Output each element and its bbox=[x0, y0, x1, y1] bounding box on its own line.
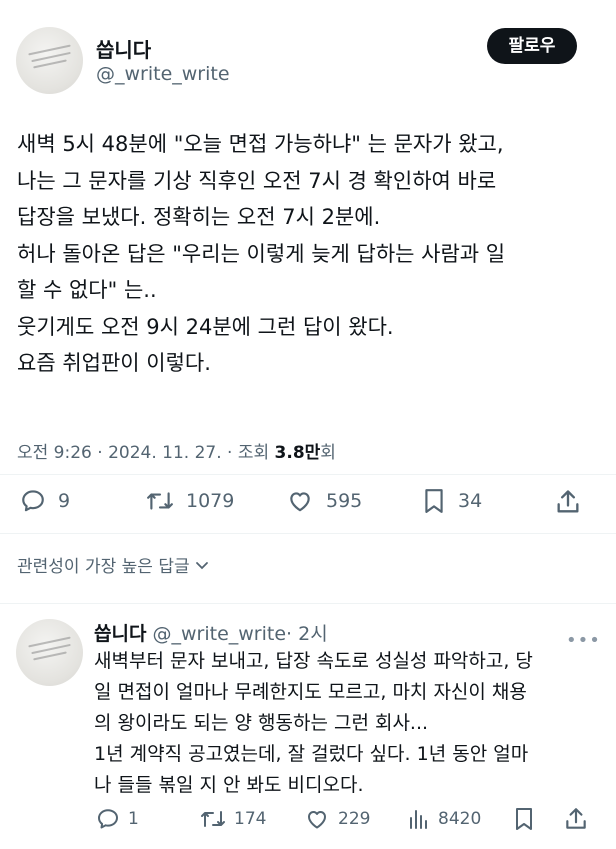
chevron-down-icon bbox=[195, 561, 208, 569]
views-suffix: 회 bbox=[320, 443, 336, 463]
reply-reply-count: 1 bbox=[128, 809, 139, 829]
reply-text-line: 1년 계약직 공고였는데, 잘 걸렀다 싶다. 1년 동안 얼마 bbox=[94, 743, 529, 765]
reply-text-line: 의 왕이라도 되는 양 행동하는 그런 회사... bbox=[94, 712, 429, 734]
reply-button[interactable]: 9 bbox=[20, 488, 70, 514]
divider bbox=[0, 474, 616, 475]
like-count: 595 bbox=[326, 490, 363, 512]
reply-views-button[interactable]: 8420 bbox=[408, 807, 481, 831]
avatar[interactable] bbox=[16, 27, 83, 94]
post-text-line: 나는 그 문자를 기상 직후인 오전 7시 경 확인하여 바로 bbox=[17, 168, 497, 193]
views-label: 조회 bbox=[237, 443, 270, 463]
share-icon bbox=[566, 808, 586, 829]
views-icon bbox=[410, 810, 427, 829]
reply-views-count: 8420 bbox=[438, 809, 482, 829]
like-icon bbox=[290, 492, 310, 512]
repost-icon bbox=[201, 811, 225, 827]
reply-text-line: 나 들들 볶일 지 안 봐도 비디오다. bbox=[94, 774, 364, 796]
reply-reply-button[interactable]: 1 bbox=[96, 807, 139, 831]
repost-button[interactable]: 1079 bbox=[146, 488, 234, 514]
post-text-line: 요즘 취업판이 이렇다. bbox=[17, 351, 211, 375]
share-icon bbox=[557, 490, 579, 513]
reply-author-handle[interactable]: @_write_write bbox=[153, 623, 287, 645]
author-name[interactable]: 씁니다 bbox=[96, 34, 151, 63]
reply-header: 씁니다 @_write_write· 2시 bbox=[94, 619, 328, 646]
divider bbox=[0, 533, 616, 534]
divider bbox=[0, 603, 616, 604]
post-text-line: 웃기게도 오전 9시 24분에 그런 답이 왔다. bbox=[17, 314, 394, 339]
follow-button[interactable]: 팔로우 bbox=[487, 28, 577, 64]
post-text-line: 답장을 보냈다. 정확히는 오전 7시 2분에. bbox=[17, 205, 381, 229]
reply-share-button[interactable] bbox=[563, 806, 589, 832]
share-button[interactable] bbox=[554, 488, 582, 516]
reply-sort-dropdown[interactable]: 관련성이 가장 높은 답글 bbox=[17, 552, 210, 577]
post-date[interactable]: 2024. 11. 27. bbox=[108, 443, 222, 463]
reply-like-count: 229 bbox=[338, 809, 371, 829]
post-text-line: 새벽 5시 48분에 "오늘 면접 가능하냐" 는 문자가 왔고, bbox=[17, 132, 504, 156]
reply-icon bbox=[22, 490, 44, 512]
bookmark-count: 34 bbox=[458, 490, 483, 512]
reply-text: 새벽부터 문자 보내고, 답장 속도로 성실성 파악하고, 당 일 면접이 얼마… bbox=[94, 646, 614, 801]
bookmark-icon bbox=[516, 808, 532, 830]
reply-icon bbox=[98, 809, 118, 829]
bookmark-icon bbox=[425, 489, 443, 513]
reply-count: 9 bbox=[58, 490, 71, 512]
post-meta: 오전 9:26 · 2024. 11. 27. · 조회 3.8만회 bbox=[17, 438, 336, 463]
reply-bookmark-button[interactable] bbox=[513, 807, 535, 831]
reply-author-name[interactable]: 씁니다 bbox=[94, 623, 146, 645]
meta-separator: · bbox=[91, 443, 109, 463]
reply-sort-label: 관련성이 가장 높은 답글 bbox=[17, 557, 190, 577]
reply-like-button[interactable]: 229 bbox=[304, 807, 370, 831]
reply-repost-count: 174 bbox=[234, 809, 267, 829]
repost-icon bbox=[147, 492, 173, 510]
views-count: 3.8만 bbox=[274, 443, 321, 463]
repost-count: 1079 bbox=[186, 490, 235, 512]
post-time[interactable]: 오전 9:26 bbox=[17, 443, 92, 463]
post-text-line: 허나 돌아온 답은 "우리는 이렇게 늦게 답하는 사람과 일 bbox=[17, 241, 506, 266]
author-handle[interactable]: @_write_write bbox=[96, 63, 230, 85]
like-icon bbox=[308, 811, 326, 829]
like-button[interactable]: 595 bbox=[286, 488, 362, 514]
post-text: 새벽 5시 48분에 "오늘 면접 가능하냐" 는 문자가 왔고, 나는 그 문… bbox=[17, 126, 607, 382]
reply-time: · 2시 bbox=[286, 623, 328, 645]
reply-text-line: 새벽부터 문자 보내고, 답장 속도로 성실성 파악하고, 당 bbox=[94, 650, 533, 672]
reply-avatar[interactable] bbox=[16, 619, 83, 686]
bookmark-button[interactable]: 34 bbox=[422, 488, 482, 514]
post-text-line: 할 수 없다" 는.. bbox=[17, 278, 157, 302]
meta-separator: · bbox=[221, 443, 238, 463]
reply-text-line: 일 면접이 얼마나 무례한지도 모르고, 마치 자신이 채용 bbox=[94, 681, 527, 703]
reply-repost-button[interactable]: 174 bbox=[200, 807, 266, 831]
